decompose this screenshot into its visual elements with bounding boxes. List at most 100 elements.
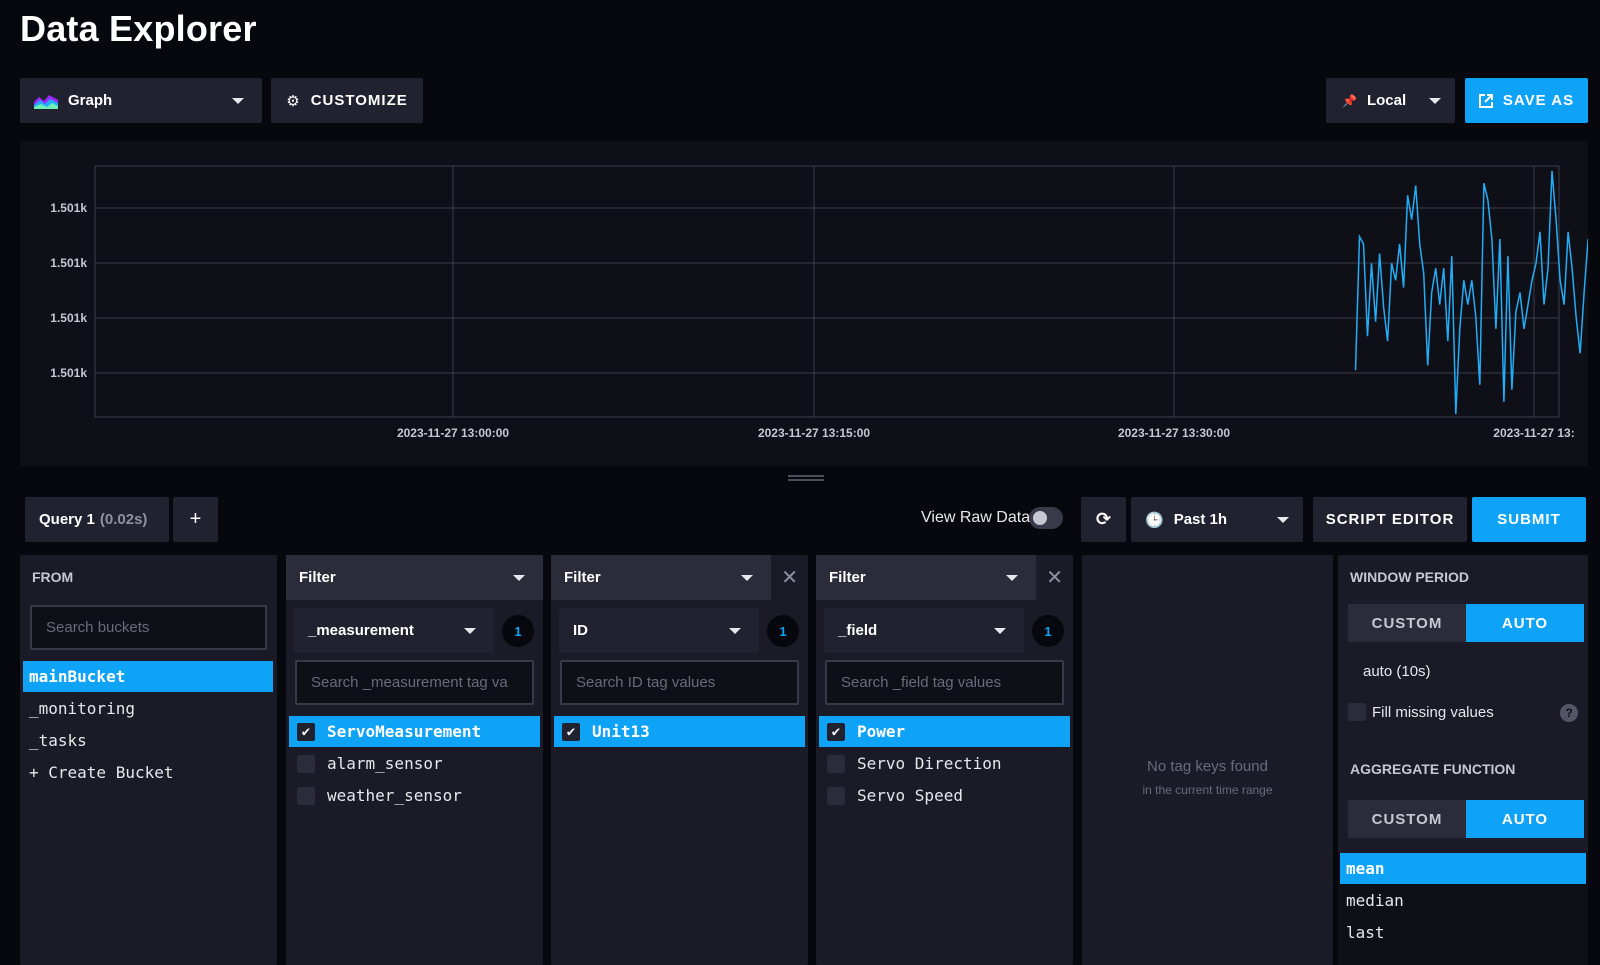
x-tick-label: 2023-11-27 13:: [1493, 426, 1574, 440]
aggregate-function-item[interactable]: last: [1340, 917, 1586, 948]
chevron-down-icon: [232, 98, 244, 104]
selected-count-badge: 1: [502, 615, 534, 647]
bucket-item[interactable]: mainBucket: [23, 661, 273, 692]
query-tab-label: Query 1: [39, 511, 95, 528]
tag-value-item[interactable]: ✔ ServoMeasurement: [289, 716, 540, 747]
aggregate-function-list: mean median last: [1338, 853, 1588, 965]
fill-missing-row[interactable]: Fill missing values: [1348, 703, 1494, 721]
graph-type-icon: [34, 94, 58, 109]
filter-label: Filter: [299, 569, 336, 586]
toggle-knob: [1033, 511, 1047, 525]
add-query-button[interactable]: +: [173, 497, 218, 542]
time-range-label: Past 1h: [1173, 511, 1228, 528]
tag-key-dropdown[interactable]: _measurement: [294, 608, 494, 653]
close-icon[interactable]: ✕: [781, 565, 798, 590]
tag-value-label: ServoMeasurement: [327, 722, 482, 741]
aggregate-function-item[interactable]: mean: [1340, 853, 1586, 884]
checkbox[interactable]: [297, 786, 315, 805]
tag-values-search-input[interactable]: Search ID tag values: [560, 660, 799, 705]
checkmark-icon[interactable]: ✔: [562, 722, 580, 741]
graph-panel: 1.501k 1.501k 1.501k 1.501k 2023-11-27 13:00…: [20, 141, 1588, 466]
from-card: FROM Search buckets mainBucket _monitori…: [20, 555, 277, 965]
chevron-down-icon: [1006, 575, 1018, 581]
filter-function-dropdown[interactable]: Filter: [286, 555, 543, 600]
tag-value-item[interactable]: alarm_sensor: [289, 748, 540, 779]
aggregate-toggle: CUSTOM AUTO: [1348, 800, 1584, 838]
fill-missing-label: Fill missing values: [1372, 703, 1494, 721]
script-editor-button[interactable]: SCRIPT EDITOR: [1313, 497, 1467, 542]
bucket-item[interactable]: _tasks: [23, 725, 273, 756]
close-icon[interactable]: ✕: [1046, 565, 1063, 590]
pin-icon: 📌: [1342, 93, 1357, 108]
empty-sub-message: in the current time range: [1142, 783, 1273, 797]
tag-values-search-input[interactable]: Search _measurement tag va: [295, 660, 534, 705]
external-link-icon: [1478, 93, 1493, 108]
filter-label: Filter: [564, 569, 601, 586]
tag-key-dropdown[interactable]: _field: [824, 608, 1024, 653]
tag-value-item[interactable]: Servo Speed: [819, 780, 1070, 811]
selected-count-badge: 1: [767, 615, 799, 647]
tag-value-label: Servo Speed: [857, 786, 963, 805]
tag-value-label: Unit13: [592, 722, 650, 741]
window-auto-button[interactable]: AUTO: [1466, 604, 1584, 642]
query-timing: (0.02s): [99, 511, 148, 528]
query-tab[interactable]: Query 1 (0.02s): [25, 497, 169, 542]
graph-type-dropdown[interactable]: Graph: [20, 78, 262, 123]
time-range-dropdown[interactable]: 🕒 Past 1h: [1131, 497, 1303, 542]
chevron-down-icon: [741, 575, 753, 581]
from-title: FROM: [32, 569, 74, 585]
chevron-down-icon: [1277, 517, 1289, 523]
filter-function-dropdown[interactable]: Filter: [551, 555, 771, 600]
bucket-item[interactable]: _monitoring: [23, 693, 273, 724]
y-tick-label: 1.501k: [50, 311, 87, 325]
tag-key-label: _measurement: [308, 622, 414, 639]
tag-value-label: Power: [857, 722, 906, 741]
plot-area-border: [94, 165, 1560, 418]
create-bucket-link[interactable]: + Create Bucket: [23, 757, 273, 788]
selected-count-badge: 1: [1032, 615, 1064, 647]
checkmark-icon[interactable]: ✔: [297, 722, 315, 741]
checkbox[interactable]: [297, 754, 315, 773]
tag-value-item[interactable]: weather_sensor: [289, 780, 540, 811]
tag-value-item[interactable]: ✔ Power: [819, 716, 1070, 747]
gear-icon: ⚙: [286, 92, 301, 110]
chevron-down-icon: [994, 628, 1006, 634]
chevron-down-icon: [729, 628, 741, 634]
tag-key-label: _field: [838, 622, 878, 639]
timezone-dropdown[interactable]: 📌 Local: [1326, 78, 1455, 123]
aggregate-function-item[interactable]: median: [1340, 885, 1586, 916]
submit-button[interactable]: SUBMIT: [1472, 497, 1586, 542]
tag-key-label: ID: [573, 622, 588, 639]
aggregate-auto-button[interactable]: AUTO: [1466, 800, 1584, 838]
checkbox[interactable]: [827, 786, 845, 805]
y-tick-label: 1.501k: [50, 256, 87, 270]
resize-handle[interactable]: [788, 475, 824, 481]
tag-value-item[interactable]: Servo Direction: [819, 748, 1070, 779]
save-as-label: SAVE AS: [1502, 92, 1575, 109]
help-icon[interactable]: ?: [1560, 704, 1578, 722]
timezone-label: Local: [1366, 92, 1407, 109]
y-tick-label: 1.501k: [50, 366, 87, 380]
window-custom-button[interactable]: CUSTOM: [1348, 604, 1466, 642]
series-line: [1354, 170, 1588, 415]
checkbox[interactable]: [827, 754, 845, 773]
filter-card-id: Filter ✕ ID 1 Search ID tag values ✔ Uni…: [551, 555, 808, 965]
bucket-search-input[interactable]: Search buckets: [30, 605, 267, 650]
filter-card-field: Filter ✕ _field 1 Search _field tag valu…: [816, 555, 1073, 965]
filter-function-dropdown[interactable]: Filter: [816, 555, 1036, 600]
checkmark-icon[interactable]: ✔: [827, 722, 845, 741]
tag-value-label: weather_sensor: [327, 786, 462, 805]
aggregate-custom-button[interactable]: CUSTOM: [1348, 800, 1466, 838]
empty-message: No tag keys found: [1147, 758, 1268, 775]
chevron-down-icon: [464, 628, 476, 634]
filter-label: Filter: [829, 569, 866, 586]
fill-missing-checkbox[interactable]: [1348, 703, 1366, 721]
tag-key-dropdown[interactable]: ID: [559, 608, 759, 653]
tag-value-item[interactable]: ✔ Unit13: [554, 716, 805, 747]
clock-icon: 🕒: [1145, 511, 1164, 529]
save-as-button[interactable]: SAVE AS: [1465, 78, 1588, 123]
view-raw-data-toggle[interactable]: [1029, 507, 1063, 529]
customize-button[interactable]: ⚙ CUSTOMIZE: [271, 78, 423, 123]
tag-values-search-input[interactable]: Search _field tag values: [825, 660, 1064, 705]
refresh-button[interactable]: ⟳: [1081, 497, 1126, 542]
